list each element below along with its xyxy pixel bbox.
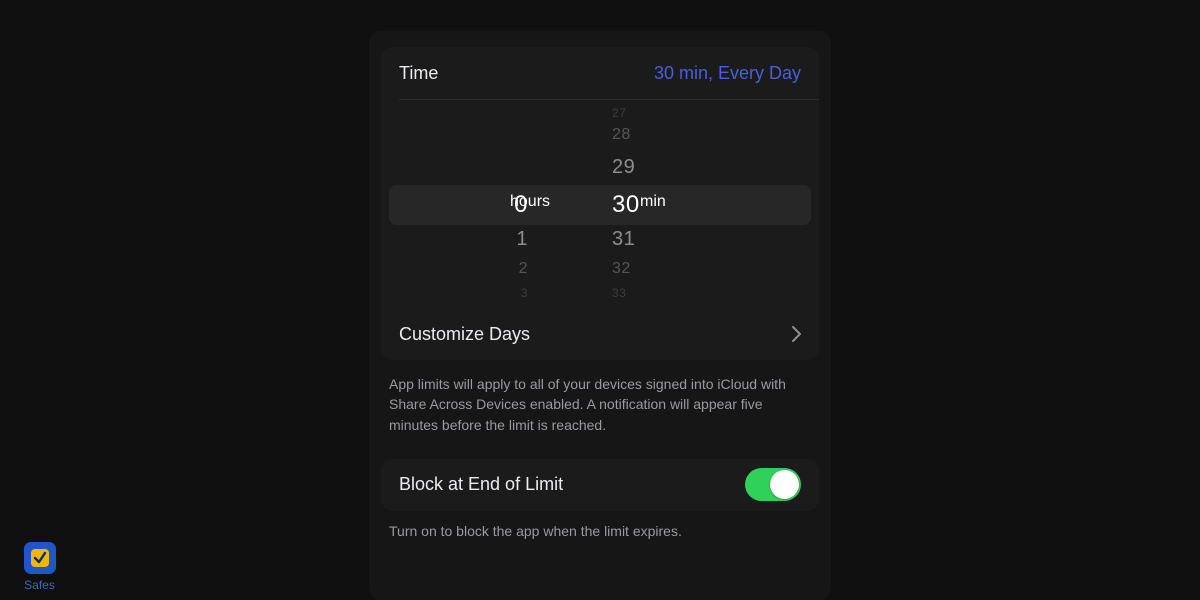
customize-days-label: Customize Days (399, 324, 530, 345)
mins-value: 31 (612, 228, 635, 251)
safes-app-icon (24, 542, 56, 574)
mins-value-selected: 30 (612, 191, 640, 219)
customize-days-row[interactable]: Customize Days (381, 308, 819, 360)
mins-value: 29 (612, 156, 635, 179)
mins-value: 33 (612, 286, 626, 300)
block-note: Turn on to block the app when the limit … (369, 511, 831, 539)
hours-value: 3 (521, 286, 528, 300)
minutes-unit-label: min (640, 193, 666, 211)
block-at-end-label: Block at End of Limit (399, 474, 563, 495)
time-card: Time 30 min, Every Day 0 1 2 3 (381, 47, 819, 360)
dock-app-label: Safes (17, 578, 62, 592)
time-picker[interactable]: 0 1 2 3 27 28 29 30 31 32 (381, 100, 819, 308)
time-summary-value: 30 min, Every Day (654, 63, 801, 84)
devices-note: App limits will apply to all of your dev… (369, 360, 831, 435)
app-limit-panel: Time 30 min, Every Day 0 1 2 3 (369, 31, 831, 600)
chevron-right-icon (792, 326, 801, 342)
mins-value: 32 (612, 260, 631, 278)
hours-unit-label: hours (510, 193, 550, 211)
hours-wheel[interactable]: 0 1 2 3 (381, 100, 600, 308)
mins-value: 28 (612, 126, 631, 144)
mins-value: 27 (612, 106, 626, 120)
dock-app-safes[interactable]: Safes (17, 542, 62, 592)
hours-value: 2 (519, 260, 528, 278)
time-label: Time (399, 63, 438, 84)
minutes-wheel[interactable]: 27 28 29 30 31 32 33 (600, 100, 819, 308)
block-at-end-row[interactable]: Block at End of Limit (381, 459, 819, 511)
hours-value: 1 (516, 228, 528, 251)
block-card: Block at End of Limit (381, 459, 819, 511)
time-row[interactable]: Time 30 min, Every Day (381, 47, 819, 99)
block-toggle[interactable] (745, 468, 801, 501)
